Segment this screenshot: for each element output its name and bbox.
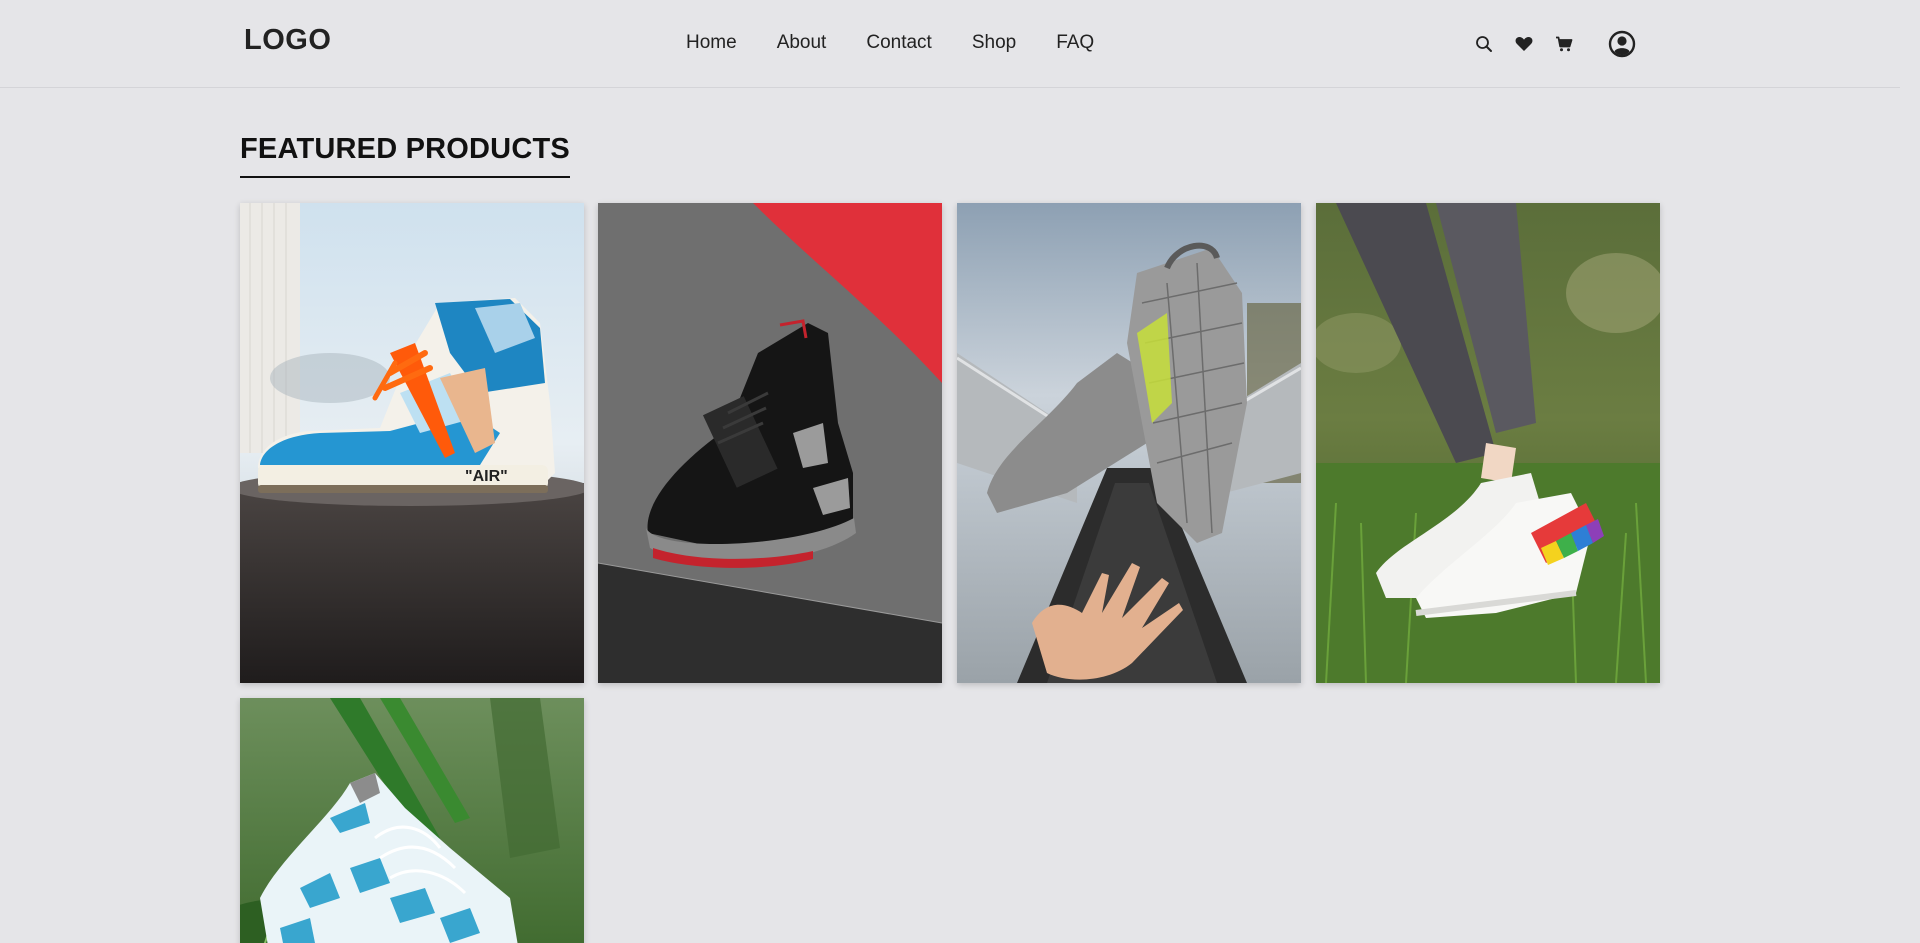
product-image — [240, 698, 584, 943]
heart-icon[interactable] — [1510, 30, 1538, 58]
product-image: "AIR" — [240, 203, 584, 683]
product-card-blue-knit-sneaker[interactable] — [240, 698, 584, 943]
nav-about[interactable]: About — [777, 32, 827, 54]
product-card-blue-sneaker[interactable]: "AIR" — [240, 203, 584, 683]
product-card-white-rainbow-sneaker[interactable] — [1316, 203, 1660, 683]
section-title: FEATURED PRODUCTS — [240, 133, 570, 178]
site-header: LOGO Home About Contact Shop FAQ — [0, 0, 1900, 88]
nav-home[interactable]: Home — [686, 32, 737, 54]
page: LOGO Home About Contact Shop FAQ FEATURE… — [0, 0, 1900, 943]
logo[interactable]: LOGO — [244, 24, 331, 57]
product-image — [598, 203, 942, 683]
user-icon[interactable] — [1608, 30, 1636, 58]
nav-faq[interactable]: FAQ — [1056, 32, 1094, 54]
product-card-black-sneaker[interactable] — [598, 203, 942, 683]
product-card-grey-knit-sneaker[interactable] — [957, 203, 1301, 683]
shoe-print-text: "AIR" — [465, 468, 508, 485]
nav-shop[interactable]: Shop — [972, 32, 1016, 54]
product-image — [957, 203, 1301, 683]
nav-contact[interactable]: Contact — [866, 32, 931, 54]
search-icon[interactable] — [1470, 30, 1498, 58]
product-grid: "AIR" — [240, 203, 1660, 943]
main-nav: Home About Contact Shop FAQ — [686, 32, 1094, 54]
header-icons — [1470, 30, 1640, 58]
cart-icon[interactable] — [1550, 30, 1578, 58]
product-image — [1316, 203, 1660, 683]
